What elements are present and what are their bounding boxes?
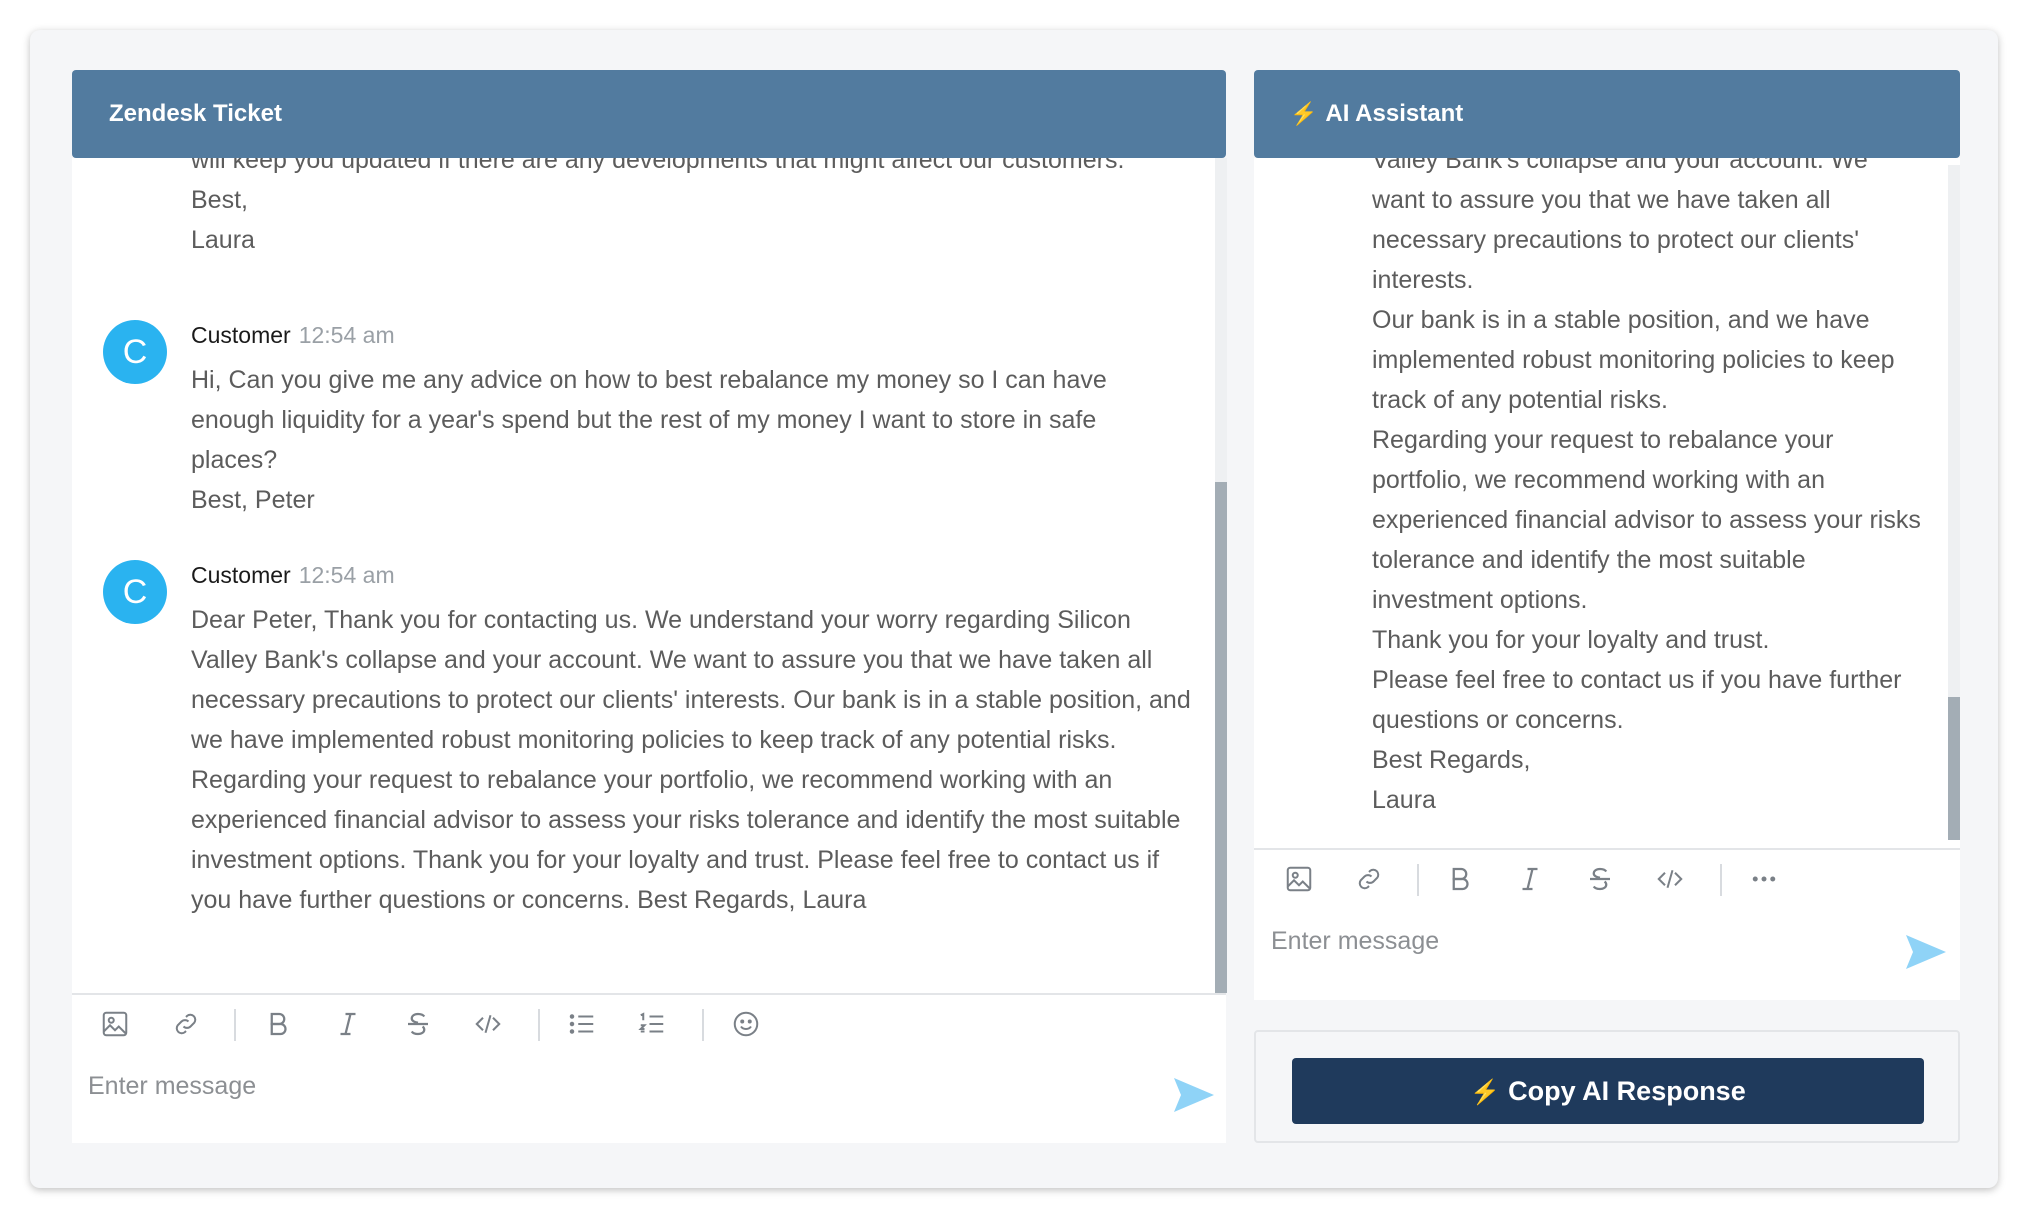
ticket-input-placeholder: Enter message — [88, 1072, 257, 1100]
response-line: Laura — [1372, 786, 1436, 814]
send-icon[interactable] — [1172, 1075, 1216, 1115]
toolbar-divider — [538, 1009, 540, 1041]
assistant-scrollbar[interactable] — [1948, 165, 1960, 840]
lightning-icon: ⚡ — [1470, 1079, 1501, 1106]
ticket-message-input[interactable]: Enter message — [72, 1055, 1226, 1143]
strikethrough-icon[interactable] — [1583, 862, 1617, 896]
link-icon[interactable] — [1352, 862, 1386, 896]
copy-ai-response-button[interactable]: ⚡ Copy AI Response — [1292, 1058, 1924, 1124]
assistant-response-text: Valley Bank's collapse and your account.… — [1372, 158, 1922, 820]
copy-response-area: ⚡ Copy AI Response — [1254, 1030, 1960, 1143]
lightning-icon: ⚡ — [1290, 101, 1318, 126]
emoji-icon[interactable] — [729, 1007, 763, 1041]
assistant-editor-toolbar — [1254, 848, 1960, 910]
message-line: Dear Peter, Thank you for contacting us.… — [191, 606, 1191, 914]
ticket-editor-toolbar — [72, 993, 1226, 1055]
bulleted-list-icon[interactable] — [565, 1007, 599, 1041]
ticket-panel-header: Zendesk Ticket — [72, 70, 1226, 158]
author-name: Customer — [191, 322, 291, 348]
message-line: Best, Peter — [191, 486, 315, 514]
toolbar-divider — [1417, 864, 1419, 896]
response-line: Best Regards, — [1372, 746, 1531, 774]
message-body: Hi, Can you give me any advice on how to… — [191, 360, 1151, 520]
ticket-scrollbar[interactable] — [1215, 158, 1227, 993]
italic-icon[interactable] — [1513, 862, 1547, 896]
response-line: Please feel free to contact us if you ha… — [1372, 666, 1902, 734]
message-time: 12:54 am — [298, 322, 395, 348]
response-line: Regarding your request to rebalance your… — [1372, 426, 1921, 614]
toolbar-divider — [1720, 864, 1722, 896]
more-icon[interactable] — [1747, 862, 1781, 896]
link-icon[interactable] — [169, 1007, 203, 1041]
assistant-panel-title: AI Assistant — [1325, 100, 1464, 127]
assistant-input-placeholder: Enter message — [1271, 927, 1440, 955]
image-icon[interactable] — [98, 1007, 132, 1041]
message-time: 12:54 am — [298, 562, 395, 588]
author-name: Customer — [191, 562, 291, 588]
response-line: Our bank is in a stable position, and we… — [1372, 306, 1895, 414]
ticket-conversation[interactable]: will keep you updated if there are any d… — [72, 158, 1226, 993]
assistant-scrollbar-thumb[interactable] — [1948, 697, 1960, 840]
send-icon[interactable] — [1904, 932, 1948, 972]
numbered-list-icon[interactable] — [635, 1007, 669, 1041]
response-line: want to assure you that we have taken al… — [1372, 186, 1859, 294]
bold-icon[interactable] — [261, 1007, 295, 1041]
strikethrough-icon[interactable] — [401, 1007, 435, 1041]
avatar: C — [103, 560, 167, 624]
bold-icon[interactable] — [1443, 862, 1477, 896]
response-line: Thank you for your loyalty and trust. — [1372, 626, 1770, 654]
avatar: C — [103, 320, 167, 384]
assistant-message-input[interactable]: Enter message — [1254, 910, 1960, 1000]
response-line: Valley Bank's collapse and your account.… — [1372, 158, 1868, 174]
toolbar-divider — [234, 1009, 236, 1041]
message-line: will keep you updated if there are any d… — [191, 158, 1125, 174]
ticket-panel-title: Zendesk Ticket — [109, 100, 282, 127]
previous-message-tail: will keep you updated if there are any d… — [191, 158, 1191, 260]
message-body: Dear Peter, Thank you for contacting us.… — [191, 600, 1191, 920]
message-line: Laura — [191, 226, 255, 254]
message-line: Hi, Can you give me any advice on how to… — [191, 366, 1107, 474]
message-author: Customer 12:54 am — [191, 320, 395, 350]
italic-icon[interactable] — [331, 1007, 365, 1041]
code-icon[interactable] — [1653, 862, 1687, 896]
message-line: Best, — [191, 186, 248, 214]
copy-button-label: Copy AI Response — [1508, 1076, 1746, 1106]
image-icon[interactable] — [1282, 862, 1316, 896]
ticket-scrollbar-thumb[interactable] — [1215, 482, 1227, 993]
message-author: Customer 12:54 am — [191, 560, 395, 590]
code-icon[interactable] — [471, 1007, 505, 1041]
assistant-response[interactable]: Valley Bank's collapse and your account.… — [1254, 158, 1960, 848]
toolbar-divider — [702, 1009, 704, 1041]
assistant-panel-header: ⚡ AI Assistant — [1254, 70, 1960, 158]
